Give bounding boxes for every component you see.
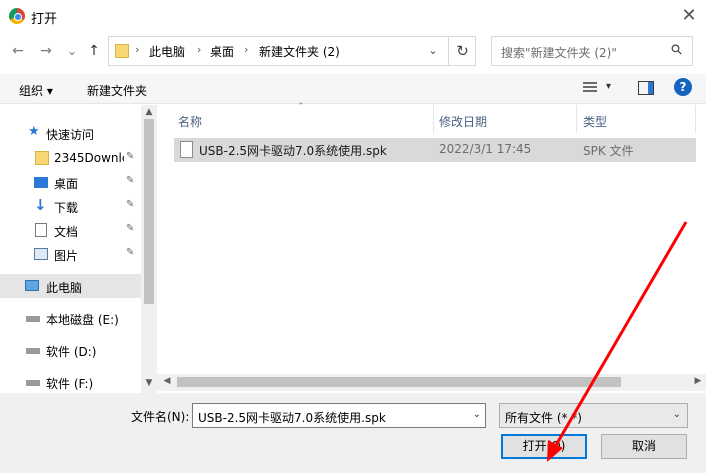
sidebar-item-label: 2345Downlc <box>54 151 124 165</box>
breadcrumb-current-folder[interactable]: 新建文件夹 (2) <box>259 43 340 60</box>
preview-pane-icon[interactable] <box>638 81 654 95</box>
file-type: SPK 文件 <box>583 144 634 158</box>
column-header-date[interactable]: 修改日期 <box>434 105 576 133</box>
navigation-pane: ★ 快速访问 2345Downlc ✎ 桌面 ✎ ↓ 下载 ✎ 文档 ✎ 图片 … <box>0 105 157 393</box>
file-row[interactable]: USB-2.5网卡驱动7.0系统使用.spk 2022/3/1 17:45 SP… <box>174 138 696 162</box>
breadcrumb-separator[interactable]: › <box>197 43 201 56</box>
sidebar-item-2345downloads[interactable]: 2345Downlc ✎ <box>0 146 141 170</box>
column-divider[interactable] <box>695 105 696 133</box>
cancel-button[interactable]: 取消 <box>601 434 687 459</box>
star-icon: ★ <box>28 124 40 139</box>
download-icon: ↓ <box>34 196 47 214</box>
new-folder-button[interactable]: 新建文件夹 <box>87 82 147 99</box>
file-date: 2022/3/1 17:45 <box>439 142 532 156</box>
forward-button[interactable]: → <box>36 40 56 62</box>
sidebar-item-drive-f[interactable]: 软件 (F:) <box>0 370 141 394</box>
window-title: 打开 <box>31 12 58 27</box>
folder-icon <box>35 151 49 165</box>
sidebar-item-label: 软件 (F:) <box>46 377 94 391</box>
breadcrumb-separator[interactable]: › <box>244 43 248 56</box>
filename-field[interactable]: USB-2.5网卡驱动7.0系统使用.spk ⌄ <box>192 403 486 428</box>
pin-icon: ✎ <box>126 223 135 234</box>
scroll-right-icon[interactable]: ▶ <box>690 376 706 386</box>
title-bar: 打开 ✕ <box>0 0 706 32</box>
address-dropdown-icon[interactable]: ⌄ <box>423 41 443 61</box>
search-placeholder: 搜索"新建文件夹 (2)" <box>501 46 617 60</box>
command-toolbar: 组织 ▾ 新建文件夹 ▾ ? <box>0 74 706 104</box>
column-header-name[interactable]: 名称 <box>170 105 434 133</box>
drive-icon <box>26 316 40 322</box>
scroll-up-icon[interactable]: ▲ <box>141 107 157 117</box>
pin-icon: ✎ <box>126 175 135 186</box>
drive-icon <box>26 348 40 354</box>
sidebar-item-label: 图片 <box>54 249 79 263</box>
scrollbar-thumb[interactable] <box>144 119 154 304</box>
sidebar-item-documents[interactable]: 文档 ✎ <box>0 218 141 242</box>
search-icon[interactable]: ⚲ <box>668 41 687 60</box>
back-button[interactable]: ← <box>8 40 28 62</box>
folder-icon <box>115 44 129 58</box>
column-header-label: 修改日期 <box>439 115 488 129</box>
filename-value: USB-2.5网卡驱动7.0系统使用.spk <box>198 411 386 425</box>
recent-locations-button[interactable]: ⌄ <box>62 40 82 62</box>
picture-icon <box>34 248 48 260</box>
desktop-icon <box>34 177 48 188</box>
sidebar-item-desktop[interactable]: 桌面 ✎ <box>0 170 141 194</box>
open-button[interactable]: 打开(O) <box>501 434 587 459</box>
breadcrumb-separator: › <box>135 43 140 56</box>
sidebar-item-label: 桌面 <box>54 177 79 191</box>
pin-icon: ✎ <box>126 151 135 162</box>
sidebar-item-drive-d[interactable]: 软件 (D:) <box>0 338 141 362</box>
sidebar-item-quick-access[interactable]: ★ 快速访问 <box>0 121 141 145</box>
chrome-icon <box>9 8 25 24</box>
help-icon[interactable]: ? <box>674 78 692 96</box>
navigation-scrollbar[interactable]: ▲ ▼ <box>141 105 157 393</box>
horizontal-scrollbar[interactable]: ◀ ▶ <box>157 374 706 391</box>
scroll-down-icon[interactable]: ▼ <box>141 378 157 388</box>
search-input[interactable]: 搜索"新建文件夹 (2)" ⚲ <box>491 36 693 66</box>
scroll-left-icon[interactable]: ◀ <box>159 376 175 386</box>
file-icon <box>180 141 193 158</box>
sidebar-item-label: 快速访问 <box>46 128 95 142</box>
pin-icon: ✎ <box>126 247 135 258</box>
filetype-select[interactable]: 所有文件 (*.*) ⌄ <box>499 403 688 428</box>
chevron-down-icon[interactable]: ⌄ <box>673 409 681 420</box>
sidebar-item-pictures[interactable]: 图片 ✎ <box>0 242 141 266</box>
drive-icon <box>26 380 40 386</box>
file-name: USB-2.5网卡驱动7.0系统使用.spk <box>199 144 387 158</box>
sidebar-item-this-pc[interactable]: 此电脑 <box>0 274 141 298</box>
filetype-value: 所有文件 (*.*) <box>505 411 582 425</box>
sidebar-item-downloads[interactable]: ↓ 下载 ✎ <box>0 194 141 218</box>
column-header-label: 名称 <box>178 115 203 129</box>
sidebar-item-label: 文档 <box>54 225 79 239</box>
document-icon <box>35 223 47 237</box>
column-header-type[interactable]: 类型 <box>577 105 696 133</box>
sidebar-item-label: 下载 <box>54 201 79 215</box>
up-button[interactable]: ↑ <box>84 40 104 62</box>
breadcrumb-desktop[interactable]: 桌面 <box>210 43 234 60</box>
pin-icon: ✎ <box>126 199 135 210</box>
column-header-label: 类型 <box>583 115 608 129</box>
computer-icon <box>25 280 39 291</box>
sidebar-item-label: 软件 (D:) <box>46 345 97 359</box>
sidebar-item-label: 本地磁盘 (E:) <box>46 313 119 327</box>
chevron-down-icon[interactable]: ⌄ <box>473 409 481 420</box>
organize-menu[interactable]: 组织 ▾ <box>19 82 53 99</box>
view-options-icon[interactable] <box>583 82 597 94</box>
breadcrumb-this-pc[interactable]: 此电脑 <box>149 43 185 60</box>
address-bar[interactable]: › 此电脑 › 桌面 › 新建文件夹 (2) ⌄ <box>108 36 476 66</box>
close-button[interactable]: ✕ <box>672 1 706 31</box>
refresh-button[interactable]: ↻ <box>448 36 476 66</box>
scrollbar-thumb[interactable] <box>177 377 621 387</box>
sidebar-item-label: 此电脑 <box>46 281 83 295</box>
sidebar-item-drive-e[interactable]: 本地磁盘 (E:) <box>0 306 141 330</box>
filename-label: 文件名(N): <box>131 410 190 424</box>
view-dropdown-icon[interactable]: ▾ <box>606 81 611 92</box>
